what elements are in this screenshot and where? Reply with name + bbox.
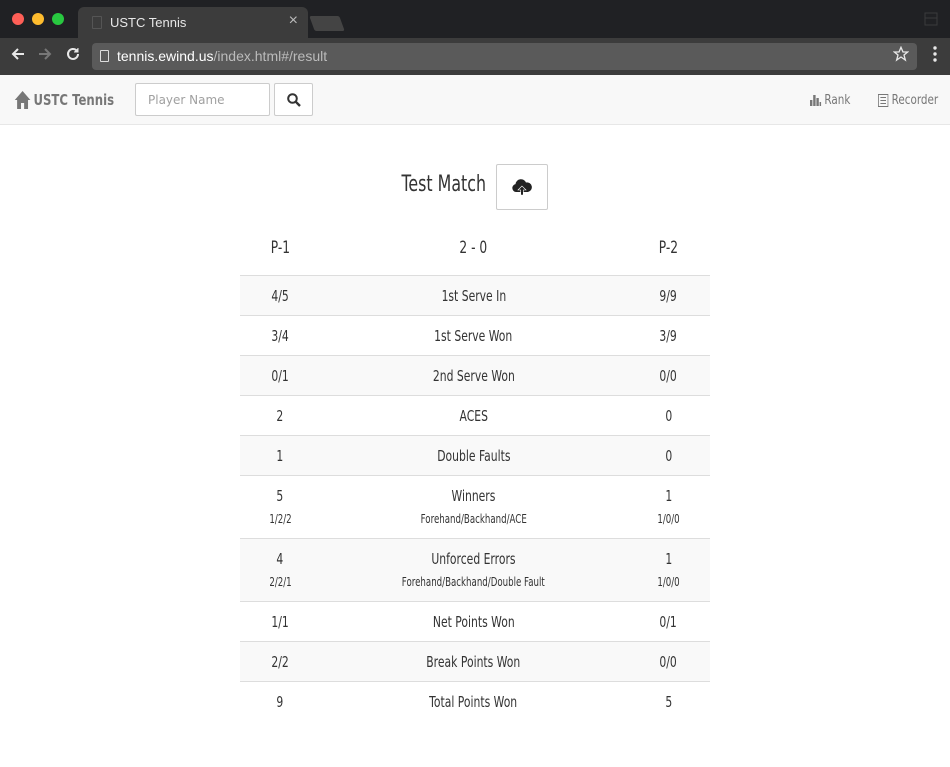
home-icon <box>14 91 31 109</box>
stat-row: 1 Double Faults 0 <box>240 435 710 475</box>
stat-label: Break Points Won <box>426 653 521 671</box>
stat-label-breakdown: Forehand/Backhand/ACE <box>420 512 527 526</box>
page-favicon-icon <box>92 16 102 29</box>
nav-recorder-label: Recorder <box>891 92 939 108</box>
player2-stat: 1 <box>665 487 672 505</box>
player2-stat: 0 <box>665 447 672 465</box>
player2-stat-breakdown: 1/0/0 <box>657 575 680 589</box>
nav-recorder-link[interactable]: Recorder <box>878 91 938 109</box>
bar-chart-icon <box>810 95 822 106</box>
tab-title: USTC Tennis <box>110 15 187 30</box>
window-minimize-button[interactable] <box>32 13 44 25</box>
match-stats-table: P-1 2 - 0 P-2 4/5 1st Serve In 9/9 3/4 1st S… <box>240 226 710 721</box>
bookmark-star-icon[interactable] <box>892 45 910 67</box>
profile-icon[interactable] <box>924 12 938 26</box>
match-title: Test Match <box>401 172 487 197</box>
browser-titlebar: USTC Tennis × <box>0 0 950 38</box>
stat-label: ACES <box>459 407 488 425</box>
brand-label: USTC Tennis <box>33 91 115 109</box>
search-icon <box>286 92 301 107</box>
stat-row: 3/4 1st Serve Won 3/9 <box>240 315 710 355</box>
upload-button[interactable] <box>496 164 548 210</box>
player1-stat: 3/4 <box>271 327 289 345</box>
stat-row: 2/2 Break Points Won 0/0 <box>240 641 710 681</box>
stats-header-row: P-1 2 - 0 P-2 <box>240 226 710 275</box>
player1-stat: 1/1 <box>271 613 289 631</box>
new-tab-button[interactable] <box>309 16 345 31</box>
url-text: tennis.ewind.us/index.html#/result <box>117 48 327 64</box>
match-title-wrap: Test Match <box>385 171 500 197</box>
player1-stat: 0/1 <box>271 367 289 385</box>
player2-stat-breakdown: 1/0/0 <box>657 512 680 526</box>
player1-stat: 4 <box>276 550 284 568</box>
player1-stat: 4/5 <box>271 287 289 305</box>
window-close-button[interactable] <box>12 13 24 25</box>
page-info-icon[interactable] <box>100 50 109 62</box>
match-score: 2 - 0 <box>459 238 488 258</box>
stat-row: 0/1 2nd Serve Won 0/0 <box>240 355 710 395</box>
player2-stat: 0/1 <box>659 613 678 631</box>
url-host: tennis.ewind.us <box>117 48 214 64</box>
match-header: Test Match <box>0 163 950 211</box>
tab-close-icon[interactable]: × <box>289 13 298 29</box>
url-path: /index.html#/result <box>213 48 328 64</box>
player1-stat: 9 <box>276 693 284 711</box>
player2-name: P-2 <box>658 238 679 258</box>
browser-tab[interactable]: USTC Tennis × <box>78 7 308 38</box>
player1-stat: 2 <box>276 407 284 425</box>
player2-stat: 0 <box>665 407 672 425</box>
player1-stat-breakdown: 1/2/2 <box>268 512 292 526</box>
stat-row: 2 ACES 0 <box>240 395 710 435</box>
player2-stat: 3/9 <box>659 327 678 345</box>
back-icon[interactable] <box>8 46 28 66</box>
browser-toolbar: tennis.ewind.us/index.html#/result <box>0 38 950 75</box>
player-search-input[interactable] <box>135 83 270 116</box>
stat-row: 1/1 Net Points Won 0/1 <box>240 601 710 641</box>
player1-stat: 5 <box>276 487 284 505</box>
reload-icon[interactable] <box>63 46 83 66</box>
player1-stat-breakdown: 2/2/1 <box>268 575 292 589</box>
brand-link[interactable]: USTC Tennis <box>14 89 114 111</box>
address-bar[interactable]: tennis.ewind.us/index.html#/result <box>92 43 917 70</box>
player1-stat: 2/2 <box>271 653 289 671</box>
stat-label: 2nd Serve Won <box>432 367 515 385</box>
stat-label: Unforced Errors <box>431 550 516 568</box>
app-navbar: USTC Tennis Rank Recorder <box>0 75 950 125</box>
stat-row: 4 2/2/1 Unforced Errors Forehand/Backhand/D… <box>240 538 710 601</box>
search-button[interactable] <box>274 83 313 116</box>
player1-stat: 1 <box>276 447 284 465</box>
stat-row: 5 1/2/2 Winners Forehand/Backhand/ACE 1 1/0/0 <box>240 475 710 538</box>
stat-row: 9 Total Points Won 5 <box>240 681 710 721</box>
player2-stat: 0/0 <box>659 367 678 385</box>
stat-label: 1st Serve In <box>441 287 506 305</box>
stat-label: Total Points Won <box>429 693 518 711</box>
stat-label: Winners <box>451 487 496 505</box>
player2-stat: 1 <box>665 550 672 568</box>
stat-label-breakdown: Forehand/Backhand/Double Fault <box>402 575 545 589</box>
player2-stat: 9/9 <box>659 287 678 305</box>
window-maximize-button[interactable] <box>52 13 64 25</box>
cloud-upload-icon <box>512 179 532 196</box>
browser-menu-icon[interactable] <box>933 46 937 62</box>
nav-rank-label: Rank <box>824 92 851 108</box>
stat-label: Net Points Won <box>432 613 515 631</box>
stat-label: Double Faults <box>436 447 511 465</box>
stat-row: 4/5 1st Serve In 9/9 <box>240 275 710 315</box>
stat-label: 1st Serve Won <box>434 327 513 345</box>
player1-name: P-1 <box>270 238 290 258</box>
nav-rank-link[interactable]: Rank <box>810 91 850 109</box>
list-icon <box>878 93 889 107</box>
forward-icon[interactable] <box>35 46 55 66</box>
player2-stat: 0/0 <box>659 653 678 671</box>
player2-stat: 5 <box>665 693 672 711</box>
